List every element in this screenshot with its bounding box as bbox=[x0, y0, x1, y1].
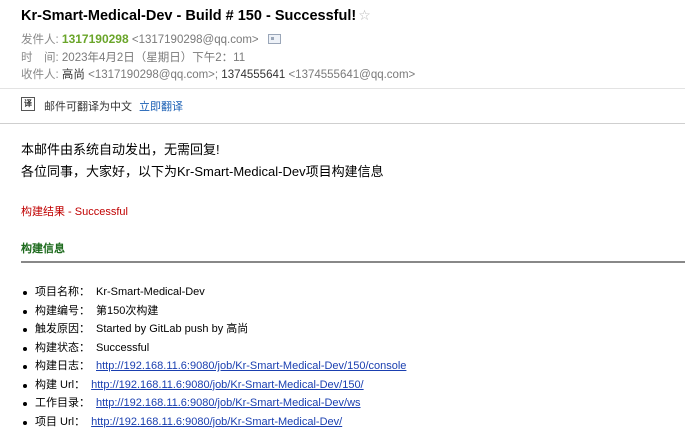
recipient2-name[interactable]: 1374555641 bbox=[221, 69, 285, 81]
item-label: 项目 Url： bbox=[35, 415, 86, 428]
item-label: 触发原因： bbox=[35, 323, 90, 335]
list-item: 项目 Url： http://192.168.11.6:9080/job/Kr-S… bbox=[21, 413, 406, 432]
list-item: 项目名称： Kr-Smart-Medical-Dev bbox=[21, 283, 406, 302]
item-value: Successful bbox=[96, 341, 150, 354]
item-value: 第150次构建 bbox=[96, 304, 159, 317]
build-info-title: 构建信息 bbox=[21, 243, 65, 255]
recipient1-address: <1317190298@qq.com>; bbox=[88, 69, 219, 81]
sender-address: <1317190298@qq.com> bbox=[131, 34, 259, 46]
item-label: 构建状态： bbox=[35, 341, 90, 354]
item-label: 工作目录： bbox=[35, 397, 90, 409]
build-url-link[interactable]: http://192.168.11.6:9080/job/Kr-Smart-Me… bbox=[91, 379, 364, 391]
build-info-list: 项目名称： Kr-Smart-Medical-Dev 构建编号： 第150次构建 触… bbox=[21, 283, 406, 431]
from-label: 发件人: bbox=[21, 34, 59, 46]
translate-now-link[interactable]: 立即翻译 bbox=[139, 98, 183, 114]
divider bbox=[21, 261, 685, 263]
project-url-link[interactable]: http://192.168.11.6:9080/job/Kr-Smart-Me… bbox=[91, 416, 342, 428]
item-label: 项目名称： bbox=[35, 286, 90, 298]
item-value: Started by GitLab push by 高尚 bbox=[96, 323, 249, 335]
list-item: 触发原因： Started by GitLab push by 高尚 bbox=[21, 320, 406, 339]
list-item: 构建状态： Successful bbox=[21, 339, 406, 358]
list-item: 构建编号： 第150次构建 bbox=[21, 302, 406, 321]
build-result: 构建结果 - Successful bbox=[21, 206, 128, 218]
greeting-line: 各位同事，大家好，以下为Kr-Smart-Medical-Dev项目构建信息 bbox=[21, 164, 384, 179]
to-label: 收件人: bbox=[21, 69, 59, 81]
item-label: 构建编号： bbox=[35, 304, 90, 317]
build-log-link[interactable]: http://192.168.11.6:9080/job/Kr-Smart-Me… bbox=[96, 360, 406, 372]
time-row: 时 间: 2023年4月2日（星期日）下午2：11 bbox=[21, 49, 245, 65]
recipient2-address: <1374555641@qq.com> bbox=[288, 69, 416, 81]
item-label: 构建 Url： bbox=[35, 378, 86, 391]
item-label: 构建日志： bbox=[35, 360, 90, 372]
subject-text: Kr-Smart-Medical-Dev - Build # 150 - Suc… bbox=[21, 8, 357, 24]
from-row: 发件人: 1317190298 <1317190298@qq.com> bbox=[21, 31, 281, 47]
sender-name[interactable]: 1317190298 bbox=[62, 32, 129, 46]
contact-card-icon[interactable] bbox=[267, 34, 281, 44]
list-item: 构建日志： http://192.168.11.6:9080/job/Kr-Sma… bbox=[21, 357, 406, 376]
translate-icon: 译 bbox=[21, 97, 35, 111]
to-row: 收件人: 高尚 <1317190298@qq.com>; 1374555641 … bbox=[21, 66, 415, 82]
translate-text: 邮件可翻译为中文 bbox=[44, 101, 132, 113]
time-value: 2023年4月2日（星期日）下午2：11 bbox=[61, 52, 246, 64]
item-value: Kr-Smart-Medical-Dev bbox=[96, 286, 205, 298]
email-subject: Kr-Smart-Medical-Dev - Build # 150 - Suc… bbox=[21, 7, 371, 24]
star-icon[interactable]: ☆ bbox=[358, 7, 371, 23]
workspace-link[interactable]: http://192.168.11.6:9080/job/Kr-Smart-Me… bbox=[96, 397, 361, 409]
list-item: 工作目录： http://192.168.11.6:9080/job/Kr-Sma… bbox=[21, 394, 406, 413]
list-item: 构建 Url： http://192.168.11.6:9080/job/Kr-S… bbox=[21, 376, 406, 395]
translate-bar: 译 邮件可翻译为中文 立即翻译 bbox=[0, 88, 685, 124]
time-label: 时 间: bbox=[21, 52, 59, 64]
recipient1-name[interactable]: 高尚 bbox=[62, 69, 85, 81]
email-header: Kr-Smart-Medical-Dev - Build # 150 - Suc… bbox=[0, 0, 685, 125]
auto-notice: 本邮件由系统自动发出，无需回复! bbox=[21, 142, 220, 157]
